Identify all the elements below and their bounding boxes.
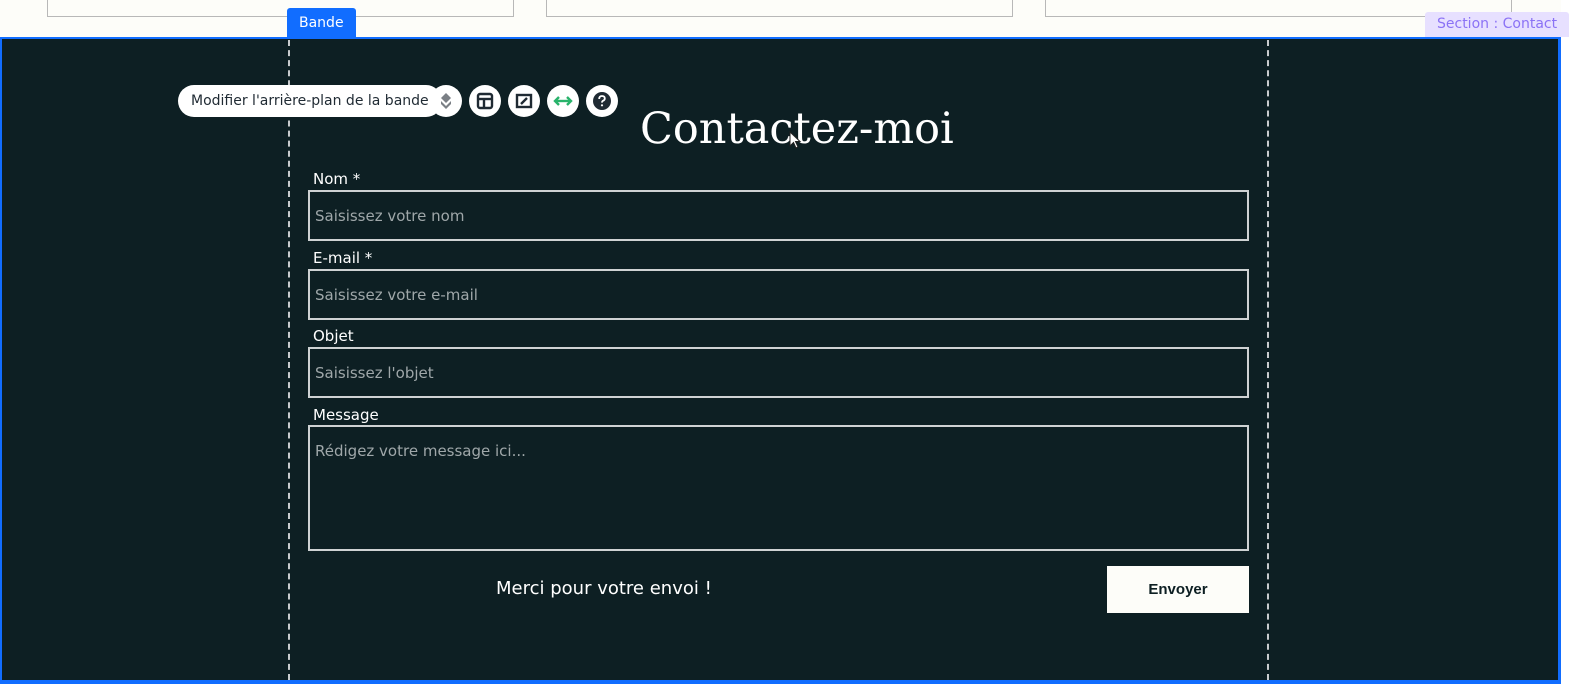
help-button[interactable] <box>586 85 618 117</box>
section-label-tag[interactable]: Section : Contact <box>1425 12 1570 37</box>
layers-button[interactable] <box>430 85 462 117</box>
email-field[interactable] <box>308 269 1249 320</box>
email-label: E-mail * <box>313 249 373 267</box>
crop-button[interactable] <box>508 85 540 117</box>
layers-icon <box>441 93 451 109</box>
subject-field[interactable] <box>308 347 1249 398</box>
message-field[interactable] <box>308 425 1249 551</box>
layout-icon <box>476 92 494 110</box>
right-gridline <box>1267 40 1269 680</box>
layout-button[interactable] <box>469 85 501 117</box>
help-icon <box>593 92 611 110</box>
name-field[interactable] <box>308 190 1249 241</box>
card-preview <box>546 0 1013 17</box>
stretch-button[interactable] <box>547 85 579 117</box>
name-label: Nom * <box>313 170 361 188</box>
stretch-icon <box>553 96 573 106</box>
crop-icon <box>515 93 533 109</box>
editor-gutter <box>1561 0 1592 684</box>
contact-title[interactable]: Contactez-moi <box>640 99 954 159</box>
strip-label-tag[interactable]: Bande <box>287 8 356 38</box>
previous-section-strip <box>0 0 1561 38</box>
change-strip-background-button[interactable]: Modifier l'arrière-plan de la bande <box>178 85 442 117</box>
success-message: Merci pour votre envoi ! <box>496 578 712 599</box>
card-preview <box>47 0 514 17</box>
subject-label: Objet <box>313 327 354 345</box>
left-gridline <box>288 40 290 680</box>
message-label: Message <box>313 406 379 424</box>
submit-button[interactable]: Envoyer <box>1107 566 1249 613</box>
strip-bottom-border <box>0 680 1561 684</box>
mouse-cursor-icon <box>789 131 802 149</box>
